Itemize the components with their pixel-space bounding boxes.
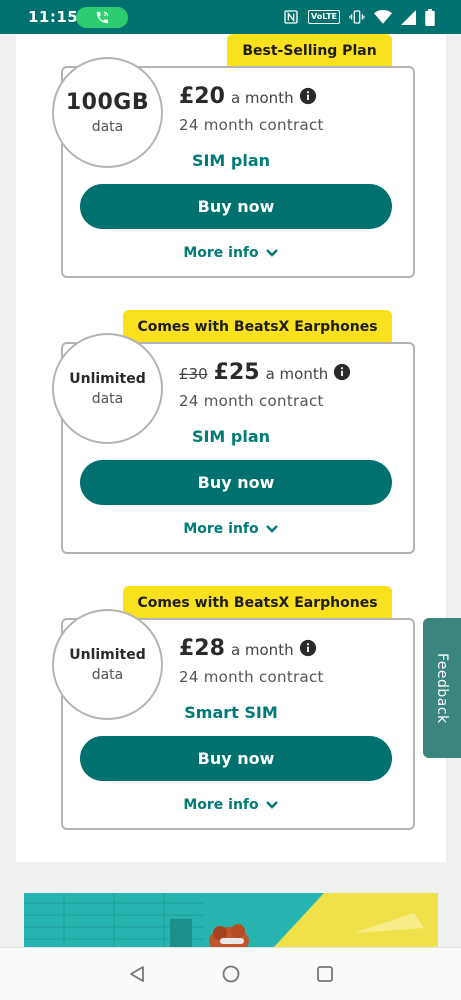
promo-banner-image <box>24 893 438 947</box>
price-period: a month <box>265 365 329 383</box>
plan-type: SIM plan <box>191 151 271 170</box>
price-line: £28 a month <box>179 636 317 661</box>
more-info-link[interactable]: More info <box>16 521 446 537</box>
price-line: £30 £25 a month <box>179 360 351 385</box>
contract-length: 24 month contract <box>179 392 324 410</box>
info-icon[interactable] <box>299 87 317 105</box>
price-line: £20 a month <box>179 84 317 109</box>
buy-now-button[interactable]: Buy now <box>80 736 392 781</box>
data-amount: Unlimited <box>69 646 146 663</box>
price: £20 <box>179 84 225 109</box>
more-info-label: More info <box>183 521 259 537</box>
price: £28 <box>179 636 225 661</box>
nfc-icon <box>284 10 298 24</box>
buy-now-button[interactable]: Buy now <box>80 184 392 229</box>
plan-card-unlimited-beats: Comes with BeatsX Earphones Unlimited da… <box>16 310 446 580</box>
price-period: a month <box>230 89 294 107</box>
contract-length: 24 month contract <box>179 668 324 686</box>
buy-now-button[interactable]: Buy now <box>80 460 392 505</box>
chevron-down-icon <box>265 525 278 533</box>
data-amount: Unlimited <box>69 370 146 387</box>
recents-icon[interactable] <box>315 964 335 988</box>
volte-icon: VoLTE <box>308 10 340 24</box>
chevron-down-icon <box>265 801 278 809</box>
navigation-bar <box>0 947 461 1000</box>
chevron-down-icon <box>265 249 278 257</box>
ongoing-call-pill[interactable] <box>76 7 128 28</box>
price: £25 <box>213 360 260 385</box>
plan-type: SIM plan <box>191 427 271 446</box>
data-label: data <box>91 390 124 407</box>
old-price: £30 <box>179 365 208 383</box>
call-icon <box>96 11 109 24</box>
plan-card-100gb: Best-Selling Plan 100GB data £20 a month… <box>16 34 446 304</box>
feedback-tab[interactable]: Feedback <box>423 618 461 758</box>
data-label: data <box>91 119 124 135</box>
plans-panel: Best-Selling Plan 100GB data £20 a month… <box>16 34 446 862</box>
promo-banner[interactable] <box>24 893 438 947</box>
signal-icon <box>401 9 416 25</box>
feedback-label: Feedback <box>434 652 450 724</box>
plan-badge: Comes with BeatsX Earphones <box>123 310 392 343</box>
info-icon[interactable] <box>299 639 317 657</box>
more-info-label: More info <box>183 797 259 813</box>
more-info-link[interactable]: More info <box>16 797 446 813</box>
status-bar: 11:15 VoLTE <box>0 0 461 34</box>
home-icon[interactable] <box>221 964 241 988</box>
contract-length: 24 month contract <box>179 116 324 134</box>
wifi-icon <box>374 9 392 24</box>
vibrate-icon <box>349 10 365 24</box>
info-icon[interactable] <box>333 363 351 381</box>
plan-card-smart-sim: Comes with BeatsX Earphones Unlimited da… <box>16 586 446 856</box>
data-amount: 100GB <box>65 90 150 115</box>
data-label: data <box>91 666 124 683</box>
back-icon[interactable] <box>127 964 147 988</box>
more-info-label: More info <box>183 245 259 261</box>
status-time: 11:15 <box>28 8 79 26</box>
more-info-link[interactable]: More info <box>16 245 446 261</box>
battery-icon <box>425 8 435 26</box>
plan-type: Smart SIM <box>184 703 278 722</box>
plan-badge: Best-Selling Plan <box>227 34 392 67</box>
plan-badge: Comes with BeatsX Earphones <box>123 586 392 619</box>
price-period: a month <box>230 641 294 659</box>
